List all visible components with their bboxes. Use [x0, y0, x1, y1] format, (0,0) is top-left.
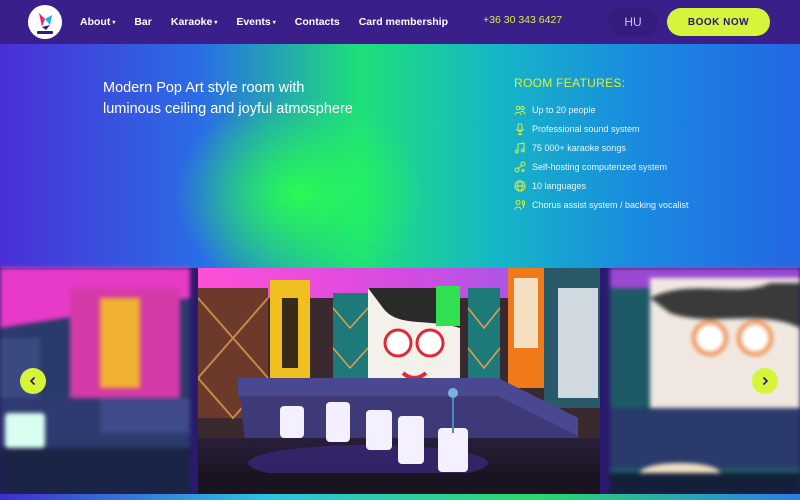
feature-label: 75 000+ karaoke songs [532, 142, 626, 153]
feature-item: 10 languages [514, 176, 689, 195]
feature-item: Self-hosting computerized system [514, 157, 689, 176]
gallery-slide-current[interactable] [198, 268, 600, 494]
gallery-bottom-strip [0, 494, 800, 500]
nav-events[interactable]: Events ▾ [236, 16, 275, 28]
chevron-down-icon: ▾ [112, 19, 116, 26]
nav-bar-label: Bar [134, 16, 152, 28]
feature-label: 10 languages [532, 180, 587, 191]
book-now-button[interactable]: BOOK NOW [667, 8, 770, 36]
feature-label: Professional sound system [532, 123, 640, 134]
nav-about[interactable]: About ▾ [80, 16, 115, 28]
chevron-down-icon: ▾ [214, 19, 218, 26]
hero-section: Modern Pop Art style room with luminous … [0, 44, 800, 268]
feature-label: Chorus assist system / backing vocalist [532, 199, 689, 210]
room-description: Modern Pop Art style room with luminous … [103, 80, 353, 117]
network-icon [514, 161, 526, 173]
nav-karaoke-label: Karaoke [170, 16, 213, 28]
room-gallery [0, 268, 800, 500]
singer-icon [514, 199, 526, 211]
bluebell-logo[interactable] [28, 5, 62, 39]
site-header: About ▾ Bar Karaoke ▾ Events ▾ Contacts … [0, 0, 800, 44]
nav-karaoke[interactable]: Karaoke ▾ [171, 16, 217, 28]
feature-label: Self-hosting computerized system [532, 161, 668, 172]
nav-card-membership[interactable]: Card membership [359, 16, 448, 28]
microphone-icon [514, 122, 526, 135]
features-heading: ROOM FEATURES: [514, 76, 626, 90]
feature-label: Up to 20 people [532, 104, 596, 115]
nav-contacts-label: Contacts [294, 16, 340, 28]
phone-link[interactable]: +36 30 343 6427 [483, 14, 562, 26]
nav-bar[interactable]: Bar [134, 16, 152, 28]
main-nav: About ▾ Bar Karaoke ▾ Events ▾ Contacts … [80, 0, 467, 44]
features-list: Up to 20 people Professional sound syste… [514, 100, 689, 214]
globe-icon [514, 180, 526, 192]
gallery-next-button[interactable] [752, 368, 778, 394]
nav-card-membership-label: Card membership [358, 16, 448, 28]
feature-item: Up to 20 people [514, 100, 689, 119]
nav-contacts[interactable]: Contacts [295, 16, 340, 28]
feature-item: 75 000+ karaoke songs [514, 138, 689, 157]
chevron-right-icon [762, 376, 769, 386]
people-icon [514, 104, 526, 116]
nav-events-label: Events [236, 16, 271, 28]
feature-item: Professional sound system [514, 119, 689, 138]
nav-about-label: About [80, 16, 111, 28]
chevron-down-icon: ▾ [272, 19, 276, 26]
language-switch[interactable]: HU [608, 8, 658, 36]
feature-item: Chorus assist system / backing vocalist [514, 195, 689, 214]
chevron-left-icon [29, 376, 36, 386]
music-note-icon [514, 141, 526, 154]
gallery-prev-button[interactable] [20, 368, 46, 394]
